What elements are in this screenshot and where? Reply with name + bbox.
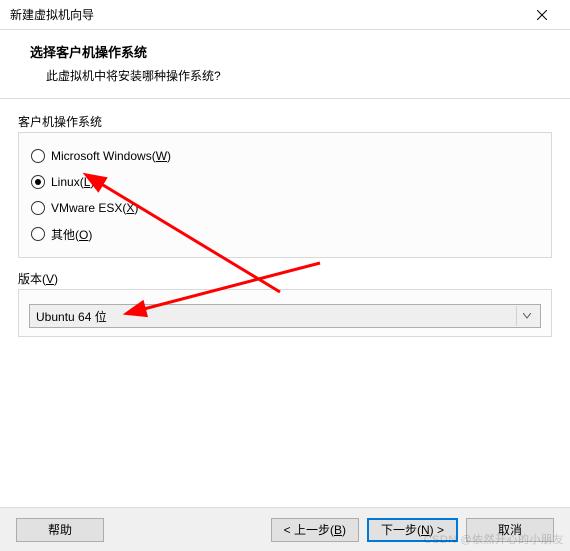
version-group-box: Ubuntu 64 位 (18, 289, 552, 337)
radio-linux[interactable]: Linux(L) (31, 169, 539, 195)
chevron-down-icon (516, 306, 536, 326)
radio-label: VMware ESX(X) (51, 201, 138, 215)
os-group-box: Microsoft Windows(W) Linux(L) VMware ESX… (18, 132, 552, 258)
radio-windows[interactable]: Microsoft Windows(W) (31, 143, 539, 169)
radio-label: Linux(L) (51, 175, 94, 189)
back-button[interactable]: < 上一步(B) (271, 518, 359, 542)
button-bar: 帮助 < 上一步(B) 下一步(N) > 取消 (0, 507, 570, 551)
help-button[interactable]: 帮助 (16, 518, 104, 542)
wizard-content: 客户机操作系统 Microsoft Windows(W) Linux(L) VM… (0, 99, 570, 337)
radio-icon (31, 149, 45, 163)
titlebar: 新建虚拟机向导 (0, 0, 570, 30)
radio-other[interactable]: 其他(O) (31, 221, 539, 247)
radio-icon (31, 227, 45, 241)
os-group-label: 客户机操作系统 (18, 113, 552, 130)
version-group-label: 版本(V) (18, 270, 552, 287)
close-button[interactable] (522, 1, 562, 29)
version-select-value: Ubuntu 64 位 (36, 308, 107, 325)
radio-vmware-esx[interactable]: VMware ESX(X) (31, 195, 539, 221)
version-select[interactable]: Ubuntu 64 位 (29, 304, 541, 328)
wizard-header: 选择客户机操作系统 此虚拟机中将安装哪种操作系统? (0, 30, 570, 99)
radio-icon (31, 201, 45, 215)
close-icon (537, 10, 547, 20)
window-title: 新建虚拟机向导 (10, 6, 94, 23)
cancel-button[interactable]: 取消 (466, 518, 554, 542)
radio-label: Microsoft Windows(W) (51, 149, 171, 163)
next-button[interactable]: 下一步(N) > (367, 518, 458, 542)
radio-label: 其他(O) (51, 226, 92, 243)
radio-icon (31, 175, 45, 189)
header-subtitle: 此虚拟机中将安装哪种操作系统? (30, 67, 560, 84)
header-title: 选择客户机操作系统 (30, 42, 560, 61)
